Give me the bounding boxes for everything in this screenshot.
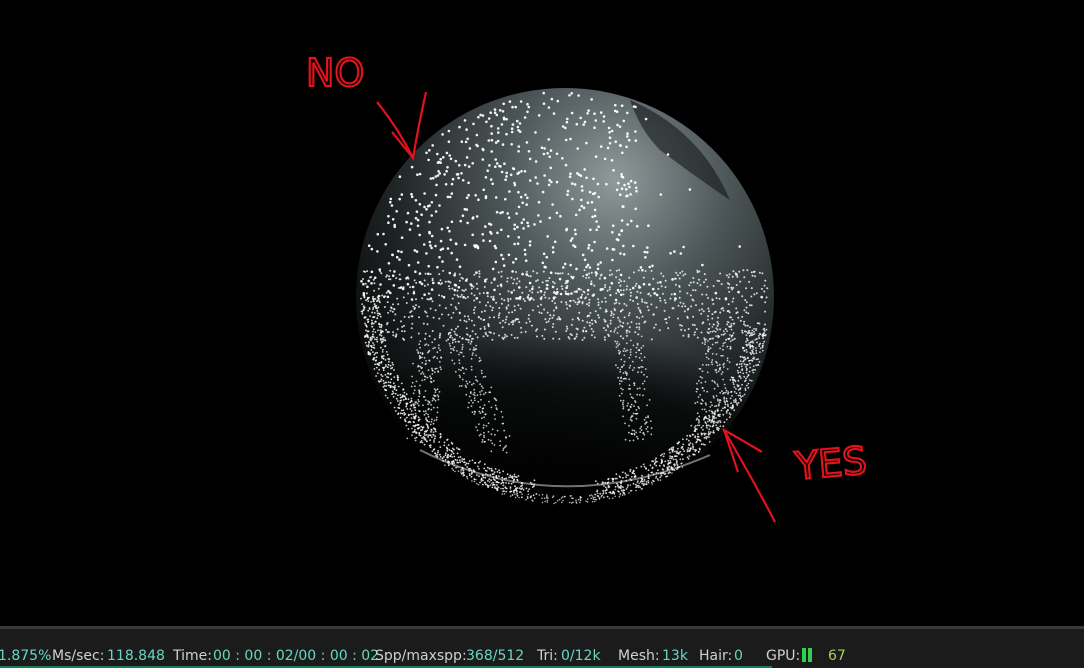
render-canvas: NO YES	[305, 50, 870, 523]
ms-sec-value: 118.848	[107, 648, 165, 664]
time-value: 00 : 00 : 02/00 : 00 : 02	[213, 648, 380, 664]
sphere	[356, 88, 774, 506]
hair-label: Hair:	[699, 648, 733, 664]
gpu-value: 67	[828, 648, 846, 664]
tri-label: Tri:	[537, 648, 558, 664]
gpu-label: GPU:	[766, 648, 801, 664]
gpu-usage-bars	[800, 646, 812, 666]
ms-sec-label: Ms/sec:	[52, 648, 105, 664]
render-viewport[interactable]: NO YES	[0, 0, 1084, 626]
render-status-bar: 1.875% Ms/sec: 118.848 Time: 00 : 00 : 0…	[0, 626, 1084, 668]
gpu-bar-1	[802, 648, 806, 662]
yes-label: YES	[793, 438, 869, 488]
mesh-value: 13k	[662, 648, 688, 664]
time-label: Time:	[173, 648, 212, 664]
yes-arrow-head	[722, 427, 763, 473]
no-annotation: NO	[305, 50, 428, 161]
mesh-label: Mesh:	[618, 648, 660, 664]
progress-value: 1.875%	[0, 648, 52, 664]
hair-value: 0	[734, 648, 743, 664]
tri-value: 0/12k	[561, 648, 601, 664]
no-label: NO	[306, 51, 364, 95]
yes-annotation: YES	[722, 427, 870, 523]
gpu-bar-2	[808, 648, 812, 662]
spp-value: 368/512	[466, 648, 525, 664]
spp-label: Spp/maxspp:	[375, 648, 467, 664]
